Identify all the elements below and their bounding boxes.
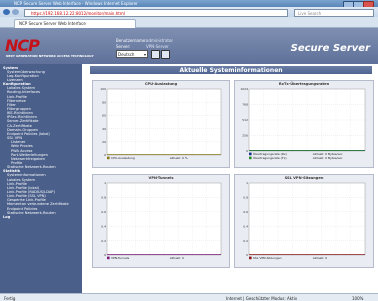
chart-svg: 1 0.8 0.6 0.4 0.2 0 VPN-Tunnels Aktuell: 0 [101,181,222,260]
legend-swatch [249,156,252,160]
language-select[interactable]: Deutsch ▾ [116,50,148,58]
user-label: Benutzername: [116,38,147,43]
logo-text: NCP [5,36,40,55]
server-value: VPN-Server [146,44,169,49]
sidebar-item[interactable]: Log [3,215,10,219]
forward-icon[interactable] [12,9,19,15]
page-title: Aktuelle Systeminformationen [179,66,283,74]
legend-label: VPN-Tunnels [111,256,130,260]
chart-svg: 100 80 60 40 20 0 CPU-Auslastung Aktuell: 0 % [100,87,222,160]
legend-swatch [249,152,252,156]
y-tick-label: 0.6 [101,210,106,214]
chart-svg: 1 0.8 0.6 0.4 0.2 0 SSL VPN-Sitzungen Aktuell: … [243,181,366,260]
y-tick-label: 40 [102,127,106,131]
chart-svg: 10247685122560Übertragungsrate (Rx) Aktue… [240,87,366,160]
y-tick-label: 1024 [240,87,248,91]
y-tick-label: 80 [102,100,106,104]
language-value: Deutsch [118,51,135,57]
legend-swatch [107,256,110,260]
ncp-logo: NCP NEXT GENERATION NETWORK ACCESS TECHN… [5,36,94,58]
y-tick-label: 0.2 [101,239,106,243]
y-tick-label: 0.8 [243,196,248,200]
y-tick-label: 0.8 [101,196,106,200]
search-placeholder: Live Search [298,10,322,16]
chart-panel: VPN-Tunnels 1 0.8 0.6 0.4 0.2 0 VPN-Tunnels Aktu… [92,174,230,268]
browser-tab[interactable]: NCP Secure Server Web Interface [14,18,136,28]
user-value: administrator [146,38,174,43]
y-tick-label: 0.4 [243,224,248,228]
y-tick-label: 60 [102,114,106,118]
legend-current-value: Aktuell: 0 [313,256,327,260]
chart-panel: SSL VPN-Sitzungen 1 0.8 0.6 0.4 0.2 0 SSL VPN-S… [234,174,374,268]
y-tick-label: 1 [104,181,106,185]
legend-current-value: Aktuell: 0 [170,256,184,260]
back-icon[interactable] [3,9,10,15]
chart-panel: CPU-Auslastung 100 80 60 40 20 0 CPU-Auslastung… [92,80,230,168]
y-tick-label: 0.2 [243,239,248,243]
legend-current-value: Aktuell: 0 % [170,156,188,160]
chart-panel: RxTx-Übertragungsraten 1024 768 512 256 0 Über… [234,80,374,168]
y-tick-label: 0.4 [101,224,106,228]
legend-swatch [249,256,252,260]
y-tick-label: 1 [246,181,248,185]
y-tick-label: 20 [102,140,106,144]
server-label: Server: [116,44,131,49]
search-icon[interactable] [151,49,160,59]
legend-swatch [107,156,110,160]
y-tick-label: 0 [104,253,106,257]
sidebar-item[interactable]: Statische Netzwerk-Routen [7,211,56,215]
logo-subtitle: NEXT GENERATION NETWORK ACCESS TECHNOLOG… [6,54,94,58]
y-tick-label: 0 [104,153,106,157]
chevron-down-icon: ▾ [143,51,146,57]
url-text: https://192.168.12.22:8012/monitor/main.… [31,10,125,16]
y-tick-label: 0 [246,253,248,257]
address-field[interactable]: https://192.168.12.22:8012/monitor/main.… [24,9,288,17]
y-tick-label: 0 [246,149,248,153]
legend-label: SSL VPN-Sitzungen [253,256,282,260]
window-title: NCP Secure Server Web Interface - Window… [14,1,138,6]
y-tick-label: 512 [242,118,248,122]
legend-current-value: Aktuell: 0 Bytes/sec [313,156,343,160]
y-tick-label: 768 [242,103,248,107]
legend-label: Übertragungsrate (Tx) [253,155,287,160]
product-title: Secure Server [290,43,370,54]
sidebar-nav: System Systemüberwachung Log-Konfiguration… [0,64,82,293]
tab-label: NCP Secure Server Web Interface [19,21,86,26]
y-tick-label: 256 [242,134,248,138]
window-titlebar: NCP Secure Server Web Interface - Window… [0,0,378,8]
y-tick-label: 100 [100,87,106,91]
connect-icon[interactable] [161,49,170,59]
y-tick-label: 0.6 [243,210,248,214]
search-input[interactable]: Live Search [294,9,374,17]
legend-label: CPU-Auslastung [111,156,135,160]
